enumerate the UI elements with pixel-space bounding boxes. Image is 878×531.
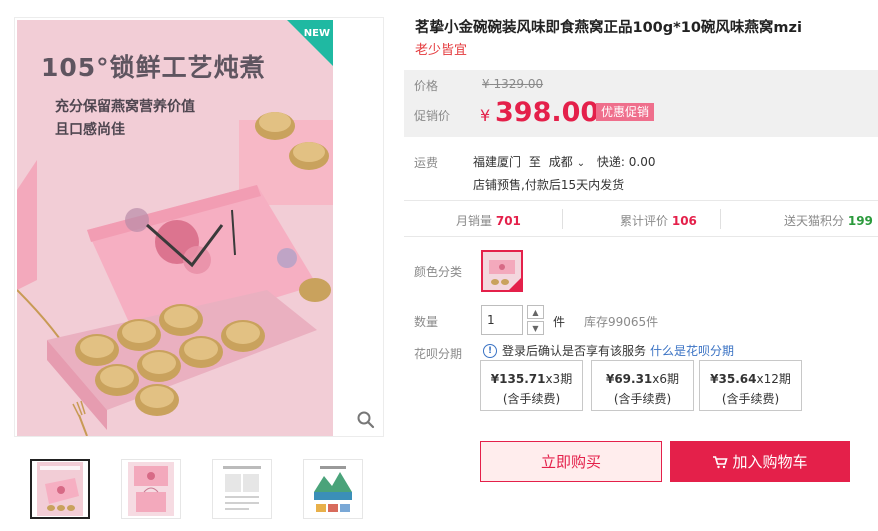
product-gallery: 105°锁鲜工艺炖煮 充分保留燕窝营养价值 且口感尚佳 NEW	[14, 17, 384, 437]
add-to-cart-label: 加入购物车	[732, 453, 808, 471]
new-badge: NEW	[303, 28, 330, 39]
new-ribbon	[287, 20, 333, 66]
quantity-unit: 件	[553, 315, 566, 329]
points-label: 送天猫积分	[784, 214, 845, 228]
promo-price-symbol: ¥	[480, 106, 491, 125]
monthly-sales-value: 701	[495, 214, 521, 228]
installment-plan-12[interactable]: ¥35.64x12期 (含手续费)	[699, 360, 802, 411]
shipping-label: 运费	[414, 156, 439, 170]
plan-periods: x6期	[652, 372, 680, 386]
image-line-2: 且口感尚佳	[55, 122, 125, 138]
buy-now-button[interactable]: 立即购买	[480, 441, 662, 482]
plan-periods: x3期	[545, 372, 573, 386]
image-headline: 105°锁鲜工艺炖煮	[41, 53, 266, 82]
thumbnail-4[interactable]	[303, 459, 363, 519]
thumbnail-strip	[30, 459, 363, 519]
original-price-value: 1329.00	[493, 77, 544, 91]
plan-fee: (含手续费)	[502, 392, 561, 406]
info-icon: !	[483, 343, 497, 358]
shipping-row: 福建厦门 至 成都 ⌄ 快递: 0.00	[473, 153, 660, 170]
stat-divider	[720, 209, 721, 229]
chevron-down-icon: ▼	[532, 323, 539, 333]
thumbnail-image	[37, 462, 83, 516]
product-title: 茗挚小金碗碗装风味即食燕窝正品100g*10碗风味燕窝mzi	[415, 20, 802, 36]
magnifier-icon[interactable]	[356, 410, 376, 430]
quantity-decrease-button[interactable]: ▼	[527, 321, 544, 335]
ship-express: 快递: 0.00	[596, 155, 656, 169]
plan-amount: ¥35.64	[710, 372, 757, 386]
plan-periods: x12期	[756, 372, 791, 386]
thumbnail-1[interactable]	[30, 459, 90, 519]
product-subtitle: 老少皆宜	[415, 43, 468, 58]
original-price-label: 价格	[414, 79, 439, 93]
buy-now-label: 立即购买	[540, 453, 601, 471]
stat-divider	[562, 209, 563, 229]
points-value: 199	[847, 214, 873, 228]
huabei-help-link[interactable]: 什么是花呗分期	[650, 342, 734, 359]
review-count[interactable]: 累计评价 106	[620, 212, 697, 229]
reviews-label: 累计评价	[620, 214, 669, 228]
price-panel: 价格 ¥ 1329.00 促销价 ¥ 398.00 优惠促销	[404, 70, 878, 137]
ship-from: 福建厦门	[473, 155, 522, 169]
check-icon	[509, 278, 521, 290]
promo-price: 398.00	[495, 97, 600, 128]
ship-to: 成都	[548, 155, 573, 169]
installment-plan-3[interactable]: ¥135.71x3期 (含手续费)	[480, 360, 583, 411]
monthly-sales-label: 月销量	[456, 214, 493, 228]
chevron-up-icon: ▲	[532, 307, 539, 317]
huabei-info: ! 登录后确认是否享有该服务 什么是花呗分期	[483, 342, 734, 359]
stock-count: 库存99065件	[584, 315, 659, 329]
add-to-cart-button[interactable]: 加入购物车	[670, 441, 850, 482]
thumbnail-image	[219, 462, 265, 516]
promo-price-label: 促销价	[414, 109, 451, 123]
ship-to-word: 至	[528, 155, 541, 169]
color-option-selected[interactable]	[481, 250, 523, 292]
quantity-increase-button[interactable]: ▲	[527, 305, 544, 319]
huabei-label: 花呗分期	[414, 347, 463, 361]
quantity-label: 数量	[414, 315, 439, 329]
promo-badge: 优惠促销	[596, 103, 655, 121]
plan-fee: (含手续费)	[721, 392, 780, 406]
plan-fee: (含手续费)	[613, 392, 672, 406]
original-price: ¥ 1329.00	[482, 77, 543, 91]
plan-price: ¥69.31x6期	[592, 369, 693, 389]
image-line-1: 充分保留燕窝营养价值	[55, 99, 195, 115]
stats-bar: 月销量 701 累计评价 106 送天猫积分 199	[404, 200, 878, 237]
plan-price: ¥35.64x12期	[700, 369, 801, 389]
thumbnail-3[interactable]	[212, 459, 272, 519]
thumbnail-image	[128, 462, 174, 516]
chevron-down-icon: ⌄	[576, 158, 586, 169]
color-label: 颜色分类	[414, 265, 463, 279]
main-product-image[interactable]: 105°锁鲜工艺炖煮 充分保留燕窝营养价值 且口感尚佳 NEW	[17, 20, 333, 436]
installment-plan-6[interactable]: ¥69.31x6期 (含手续费)	[591, 360, 694, 411]
shipping-note: 店铺预售,付款后15天内发货	[473, 178, 625, 192]
plan-amount: ¥69.31	[605, 372, 653, 386]
monthly-sales: 月销量 701	[456, 212, 521, 229]
thumbnail-image	[310, 462, 356, 516]
original-price-symbol: ¥	[482, 77, 490, 91]
tmall-points: 送天猫积分 199	[784, 212, 873, 229]
huabei-info-text: 登录后确认是否享有该服务	[502, 344, 647, 358]
plan-price: ¥135.71x3期	[481, 369, 582, 389]
quantity-input[interactable]	[481, 305, 523, 335]
ship-to-selector[interactable]: 成都 ⌄	[549, 155, 589, 169]
thumbnail-2[interactable]	[121, 459, 181, 519]
plan-amount: ¥135.71	[490, 372, 546, 386]
cart-icon	[713, 455, 729, 468]
reviews-value: 106	[671, 214, 697, 228]
